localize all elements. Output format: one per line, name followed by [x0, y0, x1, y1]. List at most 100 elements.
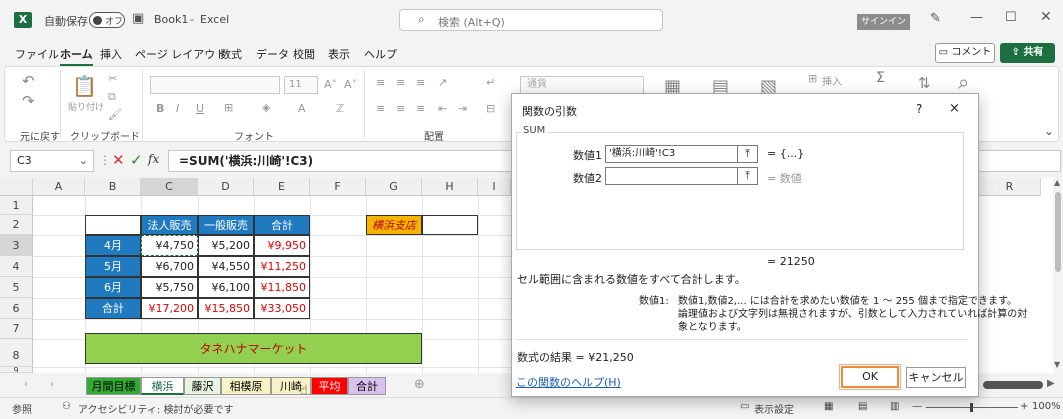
banner-cell[interactable]: タネハナマーケット — [85, 333, 422, 364]
column-header-f[interactable]: F — [310, 178, 366, 196]
minimize-icon[interactable]: — — [970, 10, 983, 25]
vertical-scrollbar[interactable]: ▲ ▼ — [1053, 178, 1063, 373]
row-header-4[interactable]: 4 — [0, 256, 33, 277]
undo-icon[interactable]: ↶ — [22, 72, 35, 90]
arg2-collapse-button[interactable]: ⤒ — [738, 167, 758, 185]
format-painter-icon[interactable]: 🖌 — [108, 108, 122, 121]
align-bottom-icon[interactable]: ≡ — [416, 76, 425, 89]
menu-page-layout[interactable]: ページ レイアウト — [135, 46, 226, 62]
tab-scroll-right-icon[interactable]: › — [50, 379, 54, 390]
table-cell[interactable]: ¥4,550 — [198, 256, 254, 277]
row-header-8[interactable]: 8 — [0, 339, 33, 367]
table-cell[interactable]: ¥6,100 — [198, 277, 254, 298]
arg1-input[interactable]: '横浜:川崎'!C3 — [605, 145, 738, 163]
comment-button[interactable]: ▭ コメント — [935, 43, 995, 63]
autosave-toggle[interactable]: オフ — [89, 12, 125, 28]
function-help-link[interactable]: この関数のヘルプ(H) — [516, 374, 621, 390]
table-cell[interactable]: ¥11,250 — [254, 256, 310, 277]
tab-monthly-goal[interactable]: 月間目標 — [86, 377, 141, 395]
row-header-9[interactable]: 9 — [0, 367, 33, 373]
table-corner-cell[interactable] — [85, 215, 141, 235]
cancel-entry-icon[interactable]: ✕ — [112, 151, 125, 169]
normal-view-icon[interactable]: ▦ — [824, 401, 833, 412]
table-cell[interactable]: ¥17,200 — [141, 298, 198, 319]
border-icon[interactable]: ⊞ — [224, 101, 233, 114]
autosum-icon[interactable]: Σ — [876, 70, 885, 86]
header-total[interactable]: 合計 — [254, 215, 310, 235]
row-header-3[interactable]: 3 — [0, 235, 33, 256]
menu-home[interactable]: ホーム — [60, 46, 93, 66]
menu-file[interactable]: ファイル — [15, 46, 59, 62]
branch-label-cell[interactable]: 横浜支店 — [366, 215, 422, 235]
ribbon-collapse-icon[interactable]: ⌄ — [1044, 124, 1054, 138]
column-header-h[interactable]: H — [422, 178, 478, 196]
redo-icon[interactable]: ↷ — [22, 92, 35, 110]
select-all-corner[interactable] — [0, 178, 33, 196]
row-header-2[interactable]: 2 — [0, 215, 33, 235]
underline-icon[interactable]: U — [196, 102, 204, 115]
bold-icon[interactable]: B — [156, 102, 164, 115]
column-header-b[interactable]: B — [85, 178, 141, 196]
menu-insert[interactable]: 挿入 — [100, 46, 122, 62]
scroll-up-icon[interactable]: ▲ — [1054, 178, 1060, 187]
add-sheet-icon[interactable]: ⊕ — [414, 377, 425, 392]
menu-formulas[interactable]: 数式 — [220, 46, 242, 62]
scroll-thumb[interactable] — [1055, 192, 1061, 272]
font-color-icon[interactable]: A — [298, 102, 306, 115]
header-general-sales[interactable]: 一般販売 — [198, 215, 254, 235]
row-label-total[interactable]: 合計 — [85, 298, 141, 319]
number-format-select[interactable]: 通貨 — [520, 76, 644, 94]
row-label-june[interactable]: 6月 — [85, 277, 141, 298]
increase-font-icon[interactable]: A˄ — [324, 78, 337, 91]
accessibility-status[interactable]: アクセシビリティ: 検討が必要です — [78, 401, 233, 416]
close-icon[interactable]: ✕ — [1040, 9, 1052, 25]
zoom-slider-thumb[interactable] — [970, 403, 973, 412]
sort-filter-icon[interactable]: ⇅ — [918, 74, 931, 92]
column-header-i[interactable]: I — [478, 178, 511, 196]
insert-cells-icon[interactable]: ⊞ — [808, 72, 817, 85]
align-left-icon[interactable]: ≡ — [376, 102, 385, 115]
row-header-7[interactable]: 7 — [0, 319, 33, 339]
italic-icon[interactable]: I — [176, 102, 179, 115]
display-settings[interactable]: 表示設定 — [754, 401, 794, 416]
row-label-may[interactable]: 5月 — [85, 256, 141, 277]
column-header-r[interactable]: R — [979, 178, 1041, 196]
confirm-entry-icon[interactable]: ✓ — [130, 151, 143, 169]
tab-sagamihara[interactable]: 相模原 — [221, 377, 271, 395]
font-size-select[interactable]: 11 — [284, 76, 318, 94]
arg2-input[interactable] — [605, 167, 738, 185]
wrap-text-icon[interactable]: ↵ — [486, 76, 495, 89]
menu-help[interactable]: ヘルプ — [364, 46, 397, 62]
orientation-icon[interactable]: ↗ — [438, 76, 447, 89]
signin-button[interactable]: サインイン — [857, 14, 910, 30]
tab-total[interactable]: 合計 — [348, 377, 386, 395]
name-box[interactable]: C3 ⌄ — [10, 150, 94, 172]
dialog-close-button[interactable]: × — [949, 101, 960, 116]
horizontal-scroll-thumb[interactable] — [983, 381, 1043, 389]
pen-icon[interactable]: ✎ — [930, 11, 941, 26]
accessibility-icon[interactable]: ⚇ — [62, 401, 71, 412]
row-header-5[interactable]: 5 — [0, 277, 33, 298]
copy-icon[interactable]: ⧉ — [108, 90, 116, 104]
zoom-in-icon[interactable]: + — [1020, 401, 1028, 412]
zoom-slider[interactable] — [926, 403, 1018, 412]
table-cell[interactable]: ¥11,850 — [254, 277, 310, 298]
tab-yokohama[interactable]: 横浜 — [141, 377, 184, 395]
font-name-select[interactable] — [150, 76, 280, 94]
ok-button[interactable]: OK — [839, 364, 901, 390]
tab-average[interactable]: 平均 — [311, 377, 348, 395]
column-header-d[interactable]: D — [198, 178, 254, 196]
cancel-button[interactable]: キャンセル — [906, 367, 966, 388]
column-header-c[interactable]: C — [141, 178, 198, 196]
menu-data[interactable]: データ — [256, 46, 289, 62]
column-header-g[interactable]: G — [366, 178, 422, 196]
cell-c3-selected[interactable]: ¥4,750 — [141, 235, 198, 256]
align-right-icon[interactable]: ≡ — [416, 102, 425, 115]
save-icon[interactable]: ▣ — [132, 11, 144, 26]
indent-icon[interactable]: ⇤ — [438, 102, 447, 115]
merge-icon[interactable]: ⊟ — [486, 102, 495, 115]
outdent-icon[interactable]: ⇥ — [458, 102, 467, 115]
table-cell[interactable]: ¥6,700 — [141, 256, 198, 277]
zoom-level[interactable]: 100% — [1032, 401, 1061, 412]
row-header-6[interactable]: 6 — [0, 298, 33, 319]
